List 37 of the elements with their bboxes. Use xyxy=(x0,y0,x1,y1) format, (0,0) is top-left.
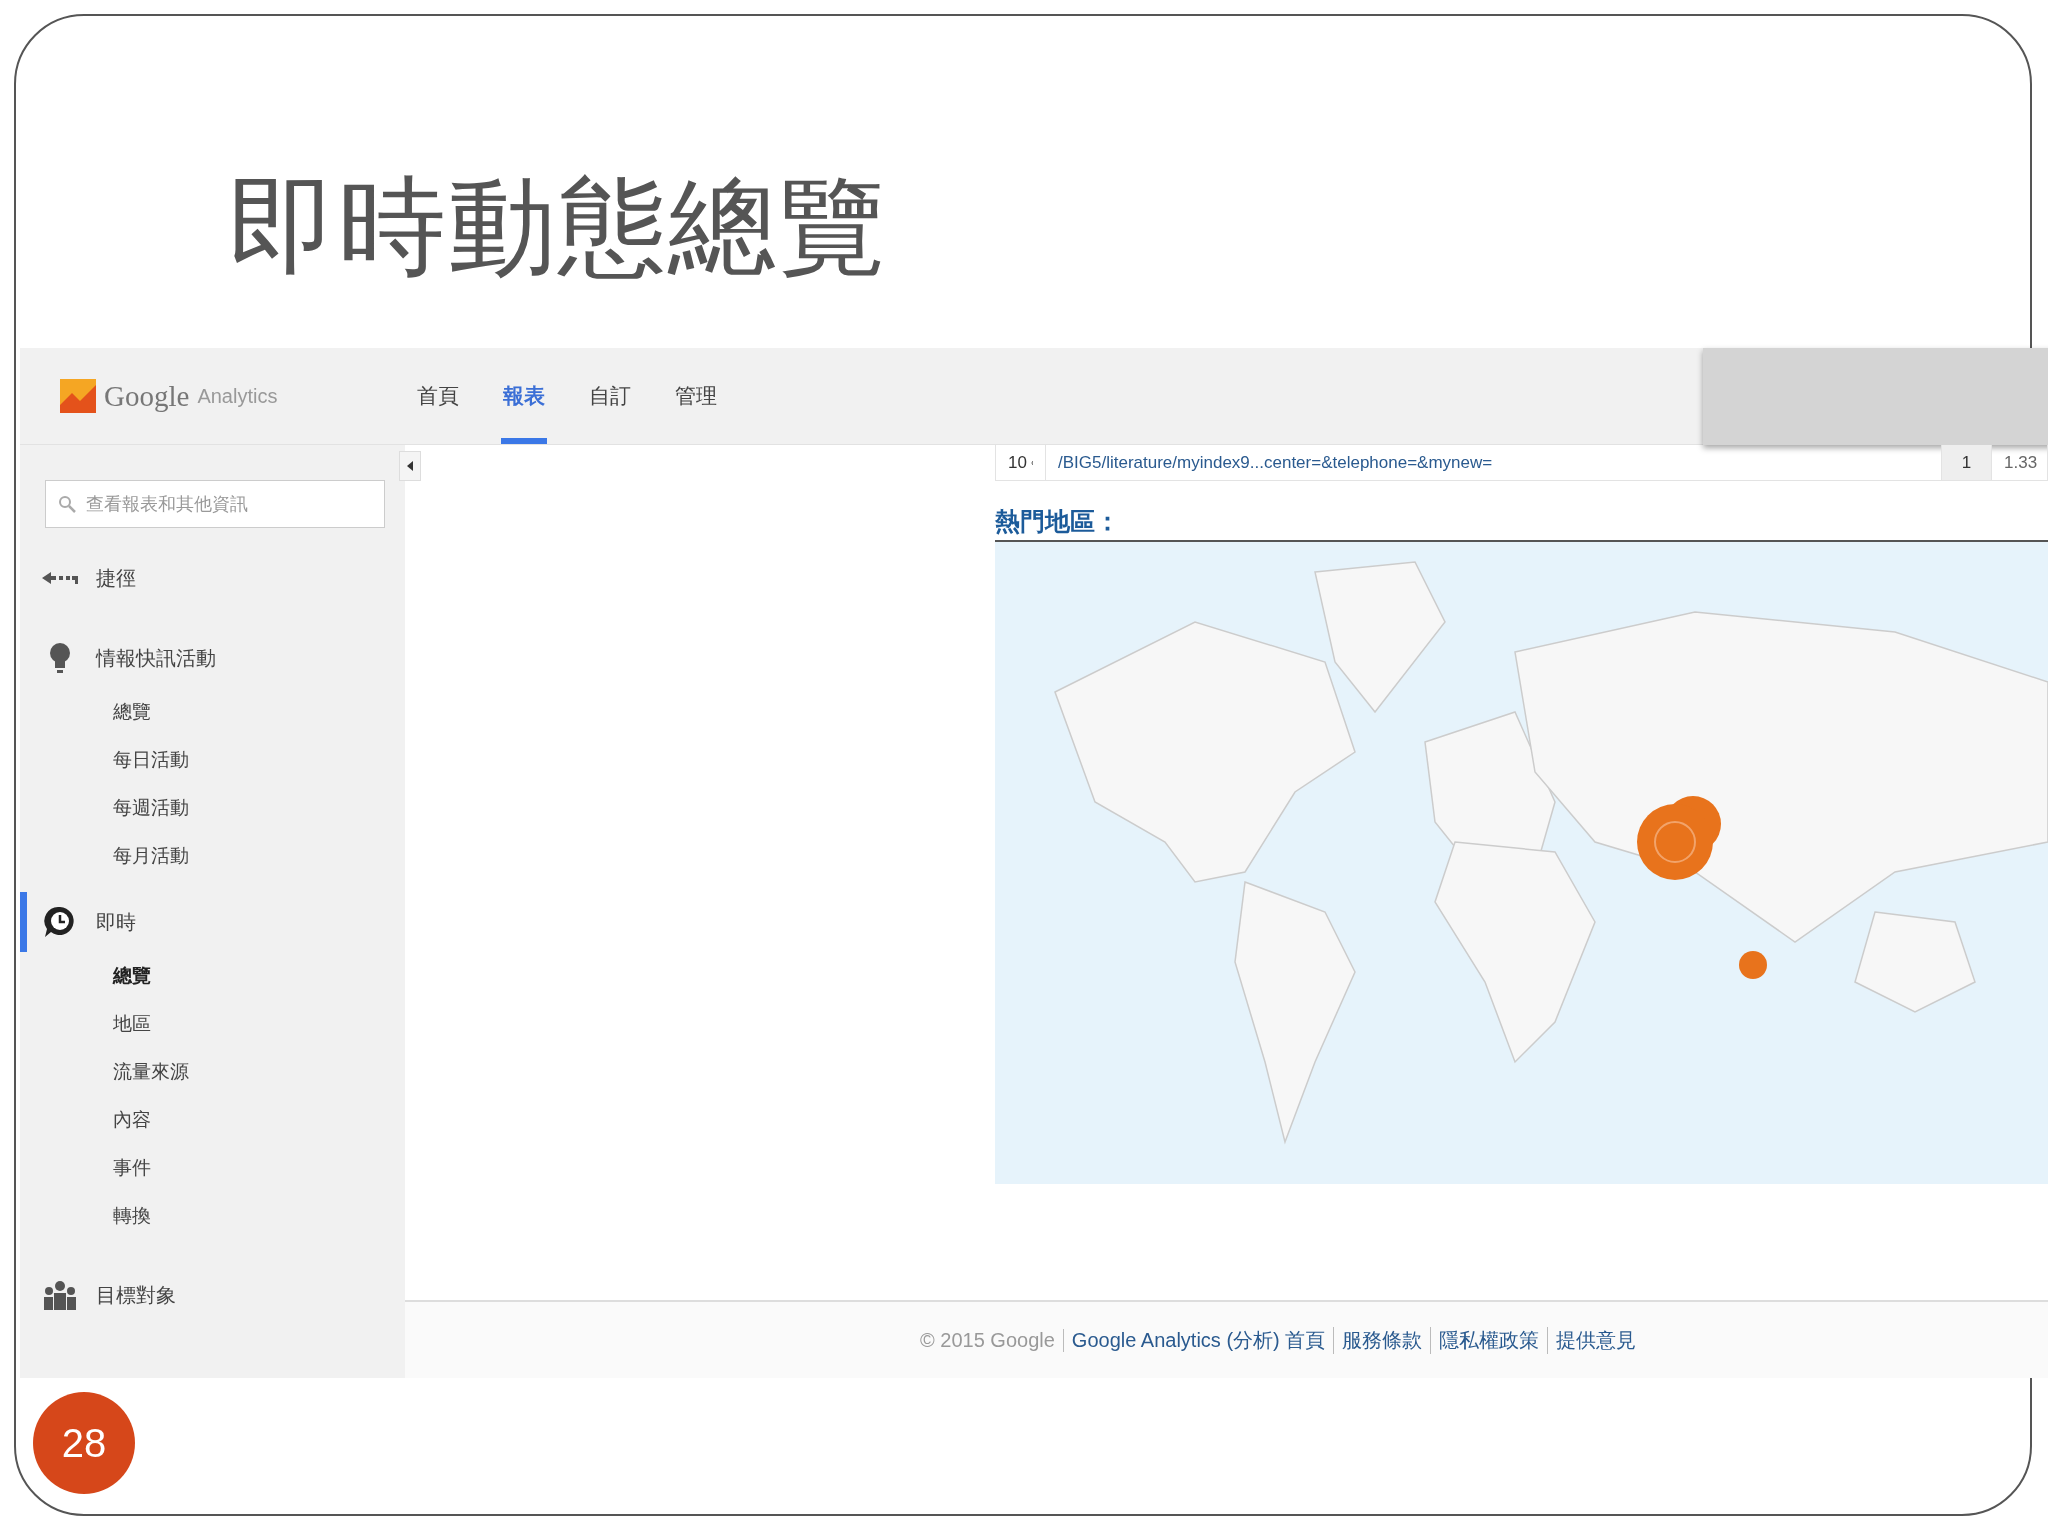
footer-link[interactable]: 提供意見 xyxy=(1548,1326,1645,1354)
nav-tab[interactable]: 自訂 xyxy=(587,348,633,444)
logo-icon xyxy=(60,379,96,413)
rank-number: 10 xyxy=(1008,452,1027,473)
sidebar-item[interactable]: 即時 xyxy=(96,908,136,936)
nav-tab[interactable]: 首頁 xyxy=(415,348,461,444)
search-field[interactable]: 查看報表和其他資訊 xyxy=(45,480,385,528)
sidebar-item[interactable]: 目標對象 xyxy=(96,1281,176,1309)
sidebar-subitem[interactable]: 每日活動 xyxy=(20,736,189,784)
sidebar-subitem[interactable]: 每週活動 xyxy=(20,784,189,832)
sidebar-subitem[interactable]: 轉換 xyxy=(20,1192,151,1240)
nav-tab[interactable]: 管理 xyxy=(673,348,719,444)
sidebar-subitem[interactable]: 內容 xyxy=(20,1096,151,1144)
footer-link[interactable]: 隱私權政策 xyxy=(1431,1326,1549,1354)
copyright-text: © 2015 Google xyxy=(920,1328,1064,1352)
page-url[interactable]: /BIG5/literature/myindex9...center=&telephone=&mynew= xyxy=(1058,452,1493,473)
share-cell: 1.33 xyxy=(2004,452,2038,473)
brand-name: Google xyxy=(104,379,190,413)
product-name: Analytics xyxy=(197,384,278,408)
count-cell: 1 xyxy=(1961,452,1972,473)
sidebar-subitem[interactable]: 總覽 xyxy=(20,952,151,1000)
collapse-button[interactable] xyxy=(399,451,421,481)
sidebar-item[interactable]: 捷徑 xyxy=(96,564,136,592)
people-icon xyxy=(42,1280,78,1310)
page-number: 28 xyxy=(33,1392,135,1494)
arrow-icon xyxy=(42,570,78,586)
nav-tab[interactable]: 報表 xyxy=(501,348,547,444)
sidebar-item[interactable]: 情報快訊活動 xyxy=(96,644,216,672)
search-icon xyxy=(58,495,76,513)
slide-title: 即時動態總覽 xyxy=(228,165,888,289)
sidebar-subitem[interactable]: 每月活動 xyxy=(20,832,189,880)
footer-link[interactable]: 服務條款 xyxy=(1334,1326,1432,1354)
sidebar-subitem[interactable]: 事件 xyxy=(20,1144,151,1192)
footer-link[interactable]: Google Analytics (分析) 首頁 xyxy=(1063,1326,1335,1354)
sidebar-subitem[interactable]: 流量來源 xyxy=(20,1048,189,1096)
sidebar-subitem[interactable]: 地區 xyxy=(20,1000,151,1048)
sidebar-subitem[interactable]: 總覽 xyxy=(20,688,151,736)
